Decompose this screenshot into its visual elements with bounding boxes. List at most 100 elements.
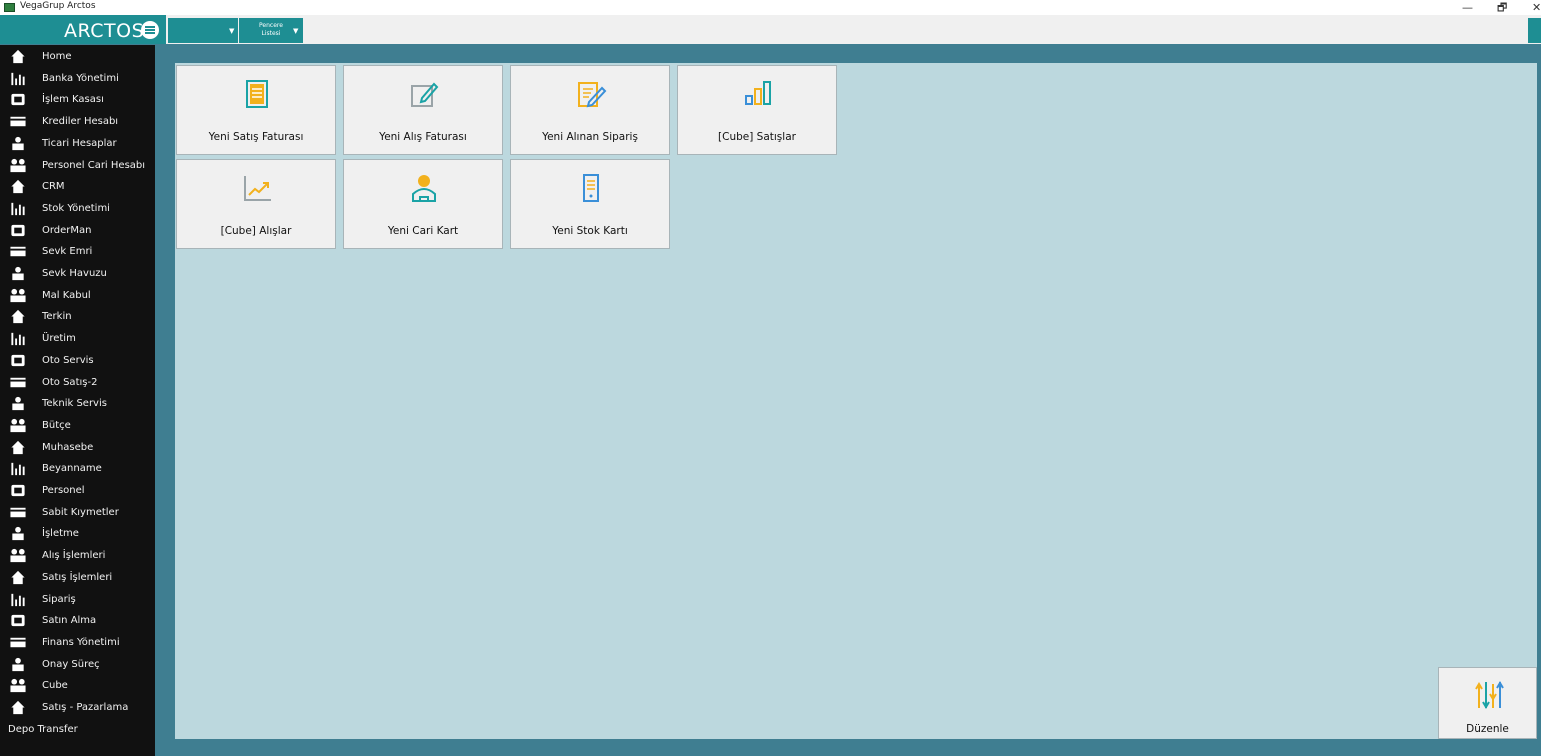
sidebar-item-label: Finans Yönetimi xyxy=(42,636,120,648)
sidebar-item-label: Stok Yönetimi xyxy=(42,202,110,214)
approval-icon xyxy=(12,657,24,671)
sidebar-item-label: Satın Alma xyxy=(42,615,97,627)
cart-icon xyxy=(11,593,25,606)
sidebar-item-label: Muhasebe xyxy=(42,441,94,453)
staff-account-icon xyxy=(10,158,26,172)
sidebar-item-label: Ticari Hesaplar xyxy=(42,137,117,149)
sidebar-item[interactable]: Mal Kabul xyxy=(0,285,155,306)
tile-label: [Cube] Satışlar xyxy=(718,131,796,143)
sidebar-item[interactable]: Muhasebe xyxy=(0,437,155,458)
sidebar-item[interactable]: Teknik Servis xyxy=(0,393,155,414)
sidebar-item[interactable]: Satış - Pazarlama xyxy=(0,697,155,718)
checkmark-icon xyxy=(12,266,24,281)
sidebar-item-label: Personel Cari Hesabı xyxy=(42,159,146,171)
sidebar-item-label: İşletme xyxy=(42,528,79,540)
tools-icon xyxy=(12,397,24,411)
sidebar-item[interactable]: Beyanname xyxy=(0,458,155,479)
sidebar-item[interactable]: Sabit Kıymetler xyxy=(0,502,155,523)
marketing-runner-icon xyxy=(11,700,25,715)
chevron-down-icon: ▼ xyxy=(293,27,299,35)
cube-grid-icon xyxy=(10,679,26,693)
bank-chart-icon xyxy=(11,72,25,85)
trend-line-icon xyxy=(244,176,271,201)
tile-new-account-card[interactable]: Yeni Cari Kart xyxy=(343,159,503,249)
sidebar-item[interactable]: Krediler Hesabı xyxy=(0,111,155,132)
printer-button[interactable] xyxy=(1528,18,1541,43)
sidebar-item-label: Satış İşlemleri xyxy=(42,571,113,583)
sidebar-item-label: Home xyxy=(42,51,72,62)
sidebar-item-label: Depo Transfer xyxy=(8,723,78,735)
sidebar-item[interactable]: Ticari Hesaplar xyxy=(0,133,155,154)
sidebar-item[interactable]: Üretim xyxy=(0,328,155,349)
sidebar-item[interactable]: Depo Transfer xyxy=(0,719,155,740)
tile-label: Yeni Alınan Sipariş xyxy=(542,131,638,143)
edit-pencil-icon xyxy=(411,82,439,107)
sidebar-item[interactable]: CRM xyxy=(0,176,155,197)
tile-label: Yeni Satış Faturası xyxy=(208,131,304,143)
tile-new-sales-invoice[interactable]: Yeni Satış Faturası xyxy=(176,65,336,155)
sidebar-item-label: Onay Süreç xyxy=(42,658,100,670)
car-service-icon xyxy=(11,354,25,366)
sliders-icon xyxy=(1475,681,1504,709)
tile-new-stock-card[interactable]: Yeni Stok Kartı xyxy=(510,159,670,249)
sidebar-item[interactable]: Satış İşlemleri xyxy=(0,567,155,588)
sidebar-item[interactable]: Stok Yönetimi xyxy=(0,198,155,219)
sidebar-item[interactable]: Home xyxy=(0,46,155,67)
purchase-icon xyxy=(10,548,26,563)
sidebar-item[interactable]: Banka Yönetimi xyxy=(0,68,155,89)
merchant-icon xyxy=(12,136,24,150)
cashbox-icon xyxy=(11,94,25,106)
document-icon xyxy=(246,80,268,108)
sidebar-item-label: Personel xyxy=(42,485,85,496)
edit-document-icon xyxy=(578,82,607,108)
restore-button[interactable]: 🗗 xyxy=(1497,0,1507,15)
sidebar-item[interactable]: Oto Servis xyxy=(0,350,155,371)
tile-label: Yeni Cari Kart xyxy=(387,225,459,237)
window-list-dropdown[interactable]: Pencere Listesi ▼ xyxy=(239,18,303,43)
sidebar-item[interactable]: Finans Yönetimi xyxy=(0,632,155,653)
menu-toggle-icon[interactable] xyxy=(141,21,159,39)
sidebar-item[interactable]: Oto Satış-2 xyxy=(0,372,155,393)
sidebar-item[interactable]: Bütçe xyxy=(0,415,155,436)
sidebar-menu: Home Banka Yönetimi İşlem Kasası Krediler H… xyxy=(0,45,155,756)
procurement-icon xyxy=(11,615,25,627)
tile-label: Yeni Alış Faturası xyxy=(379,131,467,143)
tile-cube-sales[interactable]: [Cube] Satışlar xyxy=(677,65,837,155)
sidebar-item[interactable]: Sipariş xyxy=(0,589,155,610)
edit-dashboard-button[interactable]: Düzenle xyxy=(1438,667,1537,739)
app-logo-icon xyxy=(4,3,15,12)
sidebar-item-label: OrderMan xyxy=(42,224,92,236)
crm-person-icon xyxy=(11,180,25,194)
sales-icon xyxy=(11,570,25,584)
sidebar-item-label: Üretim xyxy=(42,333,76,345)
sidebar-item[interactable]: İşlem Kasası xyxy=(0,89,155,110)
sidebar-item[interactable]: Sevk Emri xyxy=(0,241,155,262)
sidebar-item-label: Sevk Emri xyxy=(42,246,93,258)
tile-cube-purchases[interactable]: [Cube] Alışlar xyxy=(176,159,336,249)
close-button[interactable]: ✕ xyxy=(1532,0,1541,15)
sidebar-item[interactable]: Alış İşlemleri xyxy=(0,545,155,566)
dispatch-order-icon xyxy=(10,247,26,257)
tile-new-received-order[interactable]: Yeni Alınan Sipariş xyxy=(510,65,670,155)
sidebar-item[interactable]: Cube xyxy=(0,675,155,696)
write-off-icon xyxy=(11,310,25,324)
sidebar-item[interactable]: Satın Alma xyxy=(0,610,155,631)
window-titlebar: VegaGrup Arctos — 🗗 ✕ xyxy=(0,0,1541,15)
sidebar-item[interactable]: Sevk Havuzu xyxy=(0,263,155,284)
sidebar-item-label: Oto Satış-2 xyxy=(42,376,98,388)
sidebar-item[interactable]: Personel Cari Hesabı xyxy=(0,155,155,176)
company-dropdown[interactable]: ▼ xyxy=(168,18,238,43)
tile-new-purchase-invoice[interactable]: Yeni Alış Faturası xyxy=(343,65,503,155)
stock-icon xyxy=(11,202,25,216)
window-title: VegaGrup Arctos xyxy=(20,1,96,11)
sidebar-item[interactable]: Personel xyxy=(0,480,155,501)
sidebar-item-label: Terkin xyxy=(42,311,72,323)
accounting-icon xyxy=(11,440,25,454)
sidebar-item[interactable]: OrderMan xyxy=(0,220,155,241)
calculator-icon xyxy=(10,418,26,433)
sidebar-item[interactable]: Onay Süreç xyxy=(0,654,155,675)
goods-receipt-icon xyxy=(10,288,26,302)
minimize-button[interactable]: — xyxy=(1462,0,1473,15)
sidebar-item[interactable]: İşletme xyxy=(0,523,155,544)
sidebar-item[interactable]: Terkin xyxy=(0,306,155,327)
